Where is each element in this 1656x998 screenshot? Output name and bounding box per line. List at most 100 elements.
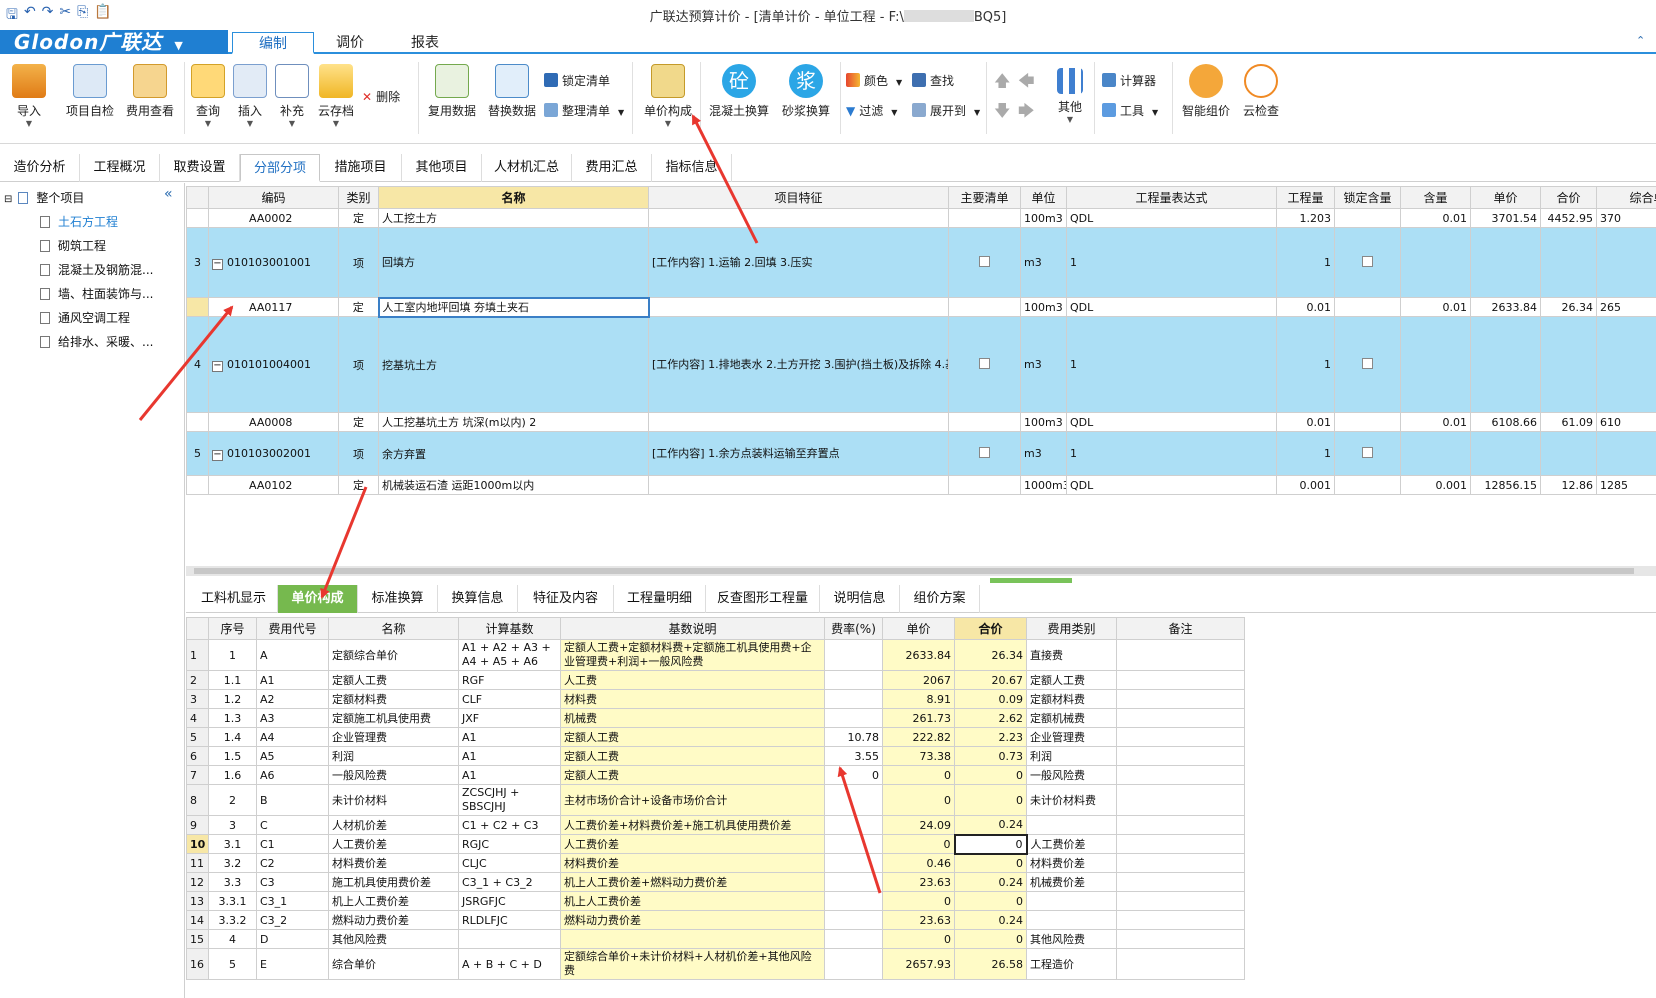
table-row[interactable]: 4 1.3 A3 定额施工机具使用费 JXF 机械费 261.73 2.62 定额机械费 xyxy=(186,708,1245,728)
price-cell[interactable]: 0 xyxy=(882,834,955,854)
rate-cell[interactable] xyxy=(824,872,883,892)
tab-features-content[interactable]: 特征及内容 xyxy=(518,585,614,613)
import-button[interactable]: 导入 ▼ xyxy=(6,56,52,140)
expression-cell[interactable]: 1 xyxy=(1066,431,1277,476)
lock-content-cell[interactable] xyxy=(1334,227,1401,298)
remark-cell[interactable] xyxy=(1116,815,1245,835)
collapse-row-icon[interactable]: − xyxy=(212,360,223,372)
self-check-button[interactable]: 项目自检 xyxy=(62,56,118,140)
feature-cell[interactable] xyxy=(648,475,949,495)
name-cell-selected[interactable]: 人工室内地坪回填 夯填土夹石 xyxy=(377,296,650,318)
price-cell[interactable]: 0 xyxy=(882,765,955,785)
expand-to-button[interactable]: 展开到 ▼ xyxy=(912,100,980,122)
collapse-row-icon[interactable]: − xyxy=(212,258,223,270)
organize-list-button[interactable]: 整理清单 ▼ xyxy=(544,100,624,122)
remark-cell[interactable] xyxy=(1116,834,1245,854)
tab-fee-settings[interactable]: 取费设置 xyxy=(160,154,240,182)
column-header[interactable]: 名称 xyxy=(378,186,649,209)
price-cell[interactable]: 222.82 xyxy=(882,727,955,747)
collapse-row-icon[interactable]: − xyxy=(212,449,223,461)
tab-quantity-detail[interactable]: 工程量明细 xyxy=(614,585,706,613)
base-desc-cell[interactable]: 定额人工费 xyxy=(560,765,825,785)
table-row[interactable]: 13 3.3.1 C3_1 机上人工费价差 JSRGFJC 机上人工费价差 0 0 xyxy=(186,891,1245,911)
tree-item-plumbing[interactable]: 给排水、采暖、... xyxy=(40,330,153,354)
fee-code-cell[interactable]: A xyxy=(256,639,329,671)
total-cell-selected[interactable]: 0 xyxy=(953,833,1028,855)
total-cell[interactable] xyxy=(1540,431,1597,476)
total-cell[interactable]: 26.58 xyxy=(954,948,1027,980)
tab-indicator-info[interactable]: 指标信息 xyxy=(652,154,732,182)
base-desc-cell[interactable]: 定额人工费 xyxy=(560,727,825,747)
price-cell[interactable]: 24.09 xyxy=(882,815,955,835)
unit-cell[interactable]: 1000m3 xyxy=(1020,475,1067,495)
rate-cell[interactable] xyxy=(824,708,883,728)
name-cell[interactable]: 人工挖基坑土方 坑深(m以内) 2 xyxy=(378,412,649,432)
total-cell[interactable]: 0 xyxy=(954,853,1027,873)
column-header[interactable]: 合价 xyxy=(1540,186,1597,209)
content-cell[interactable]: 0.001 xyxy=(1400,475,1471,495)
remark-cell[interactable] xyxy=(1116,948,1245,980)
total-cell[interactable]: 4452.95 xyxy=(1540,208,1597,228)
column-header[interactable]: 锁定含量 xyxy=(1334,186,1401,209)
column-header[interactable]: 单价 xyxy=(1470,186,1541,209)
unit-cell[interactable]: 100m3 xyxy=(1020,297,1067,317)
price-cell[interactable]: 73.38 xyxy=(882,746,955,766)
other-button[interactable]: 其他 ▼ xyxy=(1048,56,1092,140)
total-cell[interactable] xyxy=(1540,227,1597,298)
total-cell[interactable] xyxy=(1540,316,1597,413)
seq-cell[interactable]: 2 xyxy=(208,784,257,816)
expression-cell[interactable]: QDL xyxy=(1066,297,1277,317)
expression-cell[interactable]: QDL xyxy=(1066,208,1277,228)
base-cell[interactable]: CLF xyxy=(458,689,561,709)
type-cell[interactable]: 项 xyxy=(338,431,379,476)
fee-name-cell[interactable]: 机上人工费价差 xyxy=(328,891,459,911)
seq-cell[interactable]: 3.1 xyxy=(208,834,257,854)
fee-category-cell[interactable]: 其他风险费 xyxy=(1026,929,1117,949)
content-cell[interactable] xyxy=(1400,316,1471,413)
seq-cell[interactable]: 1.3 xyxy=(208,708,257,728)
fee-category-cell[interactable]: 材料费价差 xyxy=(1026,853,1117,873)
total-cell[interactable]: 26.34 xyxy=(954,639,1027,671)
seq-cell[interactable]: 3.3.1 xyxy=(208,891,257,911)
column-header[interactable]: 名称 xyxy=(328,617,459,640)
seq-cell[interactable]: 1 xyxy=(208,639,257,671)
table-row[interactable]: 7 1.6 A6 一般风险费 A1 定额人工费 0 0 0 一般风险费 xyxy=(186,765,1245,785)
fee-name-cell[interactable]: 一般风险费 xyxy=(328,765,459,785)
comprehensive-price-cell[interactable]: 2 xyxy=(1596,227,1656,298)
remark-cell[interactable] xyxy=(1116,784,1245,816)
base-desc-cell[interactable]: 人工费 xyxy=(560,670,825,690)
tab-project-overview[interactable]: 工程概况 xyxy=(80,154,160,182)
tree-item-masonry[interactable]: 砌筑工程 xyxy=(40,234,106,258)
find-button[interactable]: 查找 xyxy=(912,70,954,92)
quantity-cell[interactable]: 1 xyxy=(1276,431,1335,476)
code-cell[interactable]: AA0102 xyxy=(208,475,339,495)
quantity-cell[interactable]: 0.01 xyxy=(1276,412,1335,432)
remark-cell[interactable] xyxy=(1116,689,1245,709)
remark-cell[interactable] xyxy=(1116,708,1245,728)
quantity-cell[interactable]: 1 xyxy=(1276,227,1335,298)
fee-code-cell[interactable]: D xyxy=(256,929,329,949)
base-cell[interactable]: A1 xyxy=(458,746,561,766)
base-cell[interactable]: A1 xyxy=(458,727,561,747)
seq-cell[interactable]: 1.4 xyxy=(208,727,257,747)
remark-cell[interactable] xyxy=(1116,872,1245,892)
fee-code-cell[interactable]: C xyxy=(256,815,329,835)
seq-cell[interactable]: 3.3.2 xyxy=(208,910,257,930)
expression-cell[interactable]: 1 xyxy=(1066,227,1277,298)
table-row[interactable]: AA0117 定 人工室内地坪回填 夯填土夹石 100m3 QDL 0.01 0… xyxy=(186,296,1656,318)
fee-name-cell[interactable]: 定额材料费 xyxy=(328,689,459,709)
base-cell[interactable] xyxy=(458,929,561,949)
table-row[interactable]: 12 3.3 C3 施工机具使用费价差 C3_1 + C3_2 机上人工费价差+燃料动力费… xyxy=(186,872,1245,892)
column-header[interactable]: 序号 xyxy=(208,617,257,640)
main-list-cell[interactable] xyxy=(948,475,1021,495)
type-cell[interactable]: 定 xyxy=(338,412,379,432)
tab-sub-items[interactable]: 分部分项 xyxy=(240,154,320,182)
remark-cell[interactable] xyxy=(1116,765,1245,785)
fee-code-cell[interactable]: A2 xyxy=(256,689,329,709)
filter-button[interactable]: ▼ 过滤 ▼ xyxy=(846,100,897,122)
name-cell[interactable]: 挖基坑土方 xyxy=(378,316,649,413)
fee-category-cell[interactable] xyxy=(1026,910,1117,930)
insert-button[interactable]: 插入 ▼ xyxy=(230,56,270,140)
cloud-save-button[interactable]: 云存档 ▼ xyxy=(314,56,358,140)
checkbox-icon[interactable] xyxy=(979,255,990,267)
